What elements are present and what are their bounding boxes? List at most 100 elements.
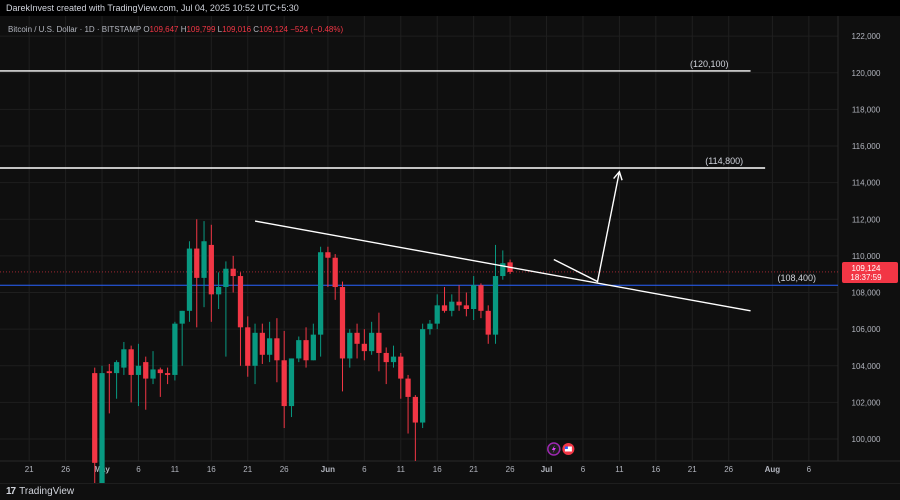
legend-close: 109,124 [259,25,288,34]
candle-body [354,332,360,344]
candle-body [274,338,280,361]
candle-body [143,362,149,379]
x-tick-label: 16 [207,465,216,474]
candle-body [230,268,236,277]
candle-body [223,268,229,288]
candle-body [398,356,404,379]
x-tick-label: 11 [397,465,406,474]
candle-body [478,285,484,311]
candle-body [420,329,426,423]
level-label: (108,400) [777,273,816,283]
legend-symbol: Bitcoin / U.S. Dollar · 1D · BITSTAMP [8,25,142,34]
candle-body [201,241,207,278]
candle-body [471,285,477,310]
y-tick-label: 104,000 [852,362,881,371]
y-tick-label: 120,000 [852,69,881,78]
y-tick-label: 114,000 [852,179,881,188]
x-tick-label: 11 [171,465,180,474]
candle-body [194,248,200,278]
candle-body [157,369,163,374]
candle-body [427,323,433,330]
candle-body [405,378,411,397]
candle-body [245,327,251,366]
candlestick-chart[interactable]: 100,000 102,000 104,000 106,000 108,000 110,0… [0,16,900,500]
candle-body [456,301,462,306]
candle-body [449,301,455,311]
x-tick-label: 11 [615,465,624,474]
y-tick-label: 100,000 [852,435,881,444]
x-tick-label: 6 [362,465,367,474]
brand-text: TradingView [19,486,75,497]
candle-body [99,373,105,494]
candle-body [376,332,382,353]
candle-body [361,343,367,352]
level-label: (114,800) [705,156,743,166]
candle-body [347,332,353,359]
candle-body [252,332,258,366]
candle-body [128,349,134,375]
legend-change: −524 (−0.48%) [290,25,344,34]
candle-body [310,334,316,361]
y-tick-label: 116,000 [852,142,881,151]
candle-body [485,310,491,335]
tradingview-logo-icon: 17 [6,486,16,497]
candle-body [150,369,156,379]
candle-body [281,360,287,407]
y-tick-label: 118,000 [852,105,881,114]
candle-body [383,352,389,363]
x-tick-label: 6 [136,465,141,474]
x-tick-label: 26 [724,465,733,474]
legend-open: 109,647 [149,25,179,34]
y-tick-label: 110,000 [852,252,881,261]
bottom-bar: 17 TradingView [0,483,900,500]
candle-body [288,358,295,407]
candle-body [296,340,302,359]
y-tick-label: 102,000 [852,398,881,407]
legend-low: 109,016 [222,25,252,34]
candle-body [332,257,338,288]
tradingview-brand[interactable]: 17 TradingView [6,486,74,497]
candle-body [325,252,331,258]
y-tick-label: 122,000 [852,32,881,41]
price-tag-value: 109,124 [852,264,881,273]
x-tick-label: 26 [61,465,70,474]
y-tick-label: 106,000 [852,325,881,334]
x-tick-label: 6 [581,465,586,474]
candle-body [106,371,112,374]
x-tick-label: Aug [765,465,781,474]
y-tick-label: 112,000 [852,215,881,224]
x-tick-label: Jun [321,465,335,474]
candle-body [463,305,469,310]
x-tick-label: 16 [651,465,660,474]
chart-area[interactable]: 100,000 102,000 104,000 106,000 108,000 110,0… [0,16,900,500]
candle-body [492,276,499,335]
candle-body [412,396,418,423]
author-credit: DarekInvest created with TradingView.com… [6,3,299,13]
x-tick-label: Jul [541,465,553,474]
level-label: (120,100) [690,59,729,69]
y-tick-label: 108,000 [852,289,881,298]
projection-path [553,171,621,283]
x-tick-label: 26 [506,465,515,474]
x-tick-label: 21 [243,465,252,474]
x-tick-label: 21 [469,465,478,474]
flag-canton [564,446,568,449]
candle-body [121,349,127,368]
candle-body [172,323,178,375]
candle-body [164,373,171,375]
candle-body [369,332,375,352]
candle-body [186,248,193,311]
candle-body [303,340,309,361]
candle-body [441,305,448,311]
candle-body [266,338,273,355]
legend-high: 109,799 [186,25,216,34]
x-tick-label: 21 [688,465,697,474]
x-tick-label: 6 [807,465,812,474]
x-tick-label: 21 [25,465,34,474]
candle-body [259,332,265,355]
top-bar: DarekInvest created with TradingView.com… [0,0,900,16]
candle-body [318,252,324,335]
trendline [254,220,751,312]
chart-legend: Bitcoin / U.S. Dollar · 1D · BITSTAMP O1… [8,25,343,34]
candle-body [179,310,185,324]
